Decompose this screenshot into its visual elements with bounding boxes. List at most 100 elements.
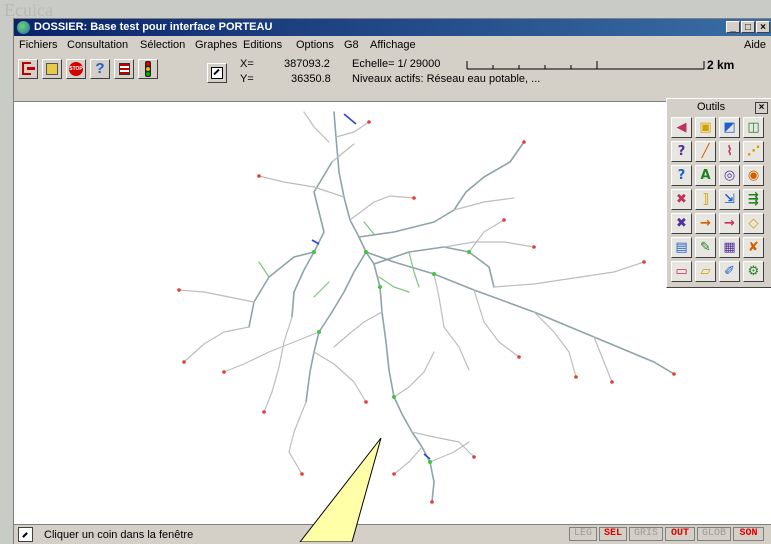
out-toggle[interactable]: OUT	[665, 527, 695, 541]
arrow-out-tool-button[interactable]: →	[719, 213, 740, 234]
maximize-button[interactable]: □	[741, 21, 755, 33]
draw-tool-button[interactable]: ✎	[695, 237, 716, 258]
query-pointer-tool-button[interactable]: ?	[671, 141, 692, 162]
layer-tool-button[interactable]: ◎	[719, 165, 740, 186]
measure-icon: ╱	[701, 144, 710, 159]
help-button[interactable]: ?	[90, 59, 110, 79]
distance-icon: ⌇	[726, 144, 733, 159]
menu-selection[interactable]: Sélection	[140, 39, 185, 51]
title-bar[interactable]: DOSSIER: Base test pour interface PORTEA…	[14, 19, 771, 36]
minimize-button[interactable]: _	[726, 21, 740, 33]
traffic-light-button[interactable]	[138, 59, 158, 79]
menu-consultation[interactable]: Consultation	[67, 39, 128, 51]
table-icon: ▤	[675, 240, 688, 255]
query-pointer-icon: ?	[677, 144, 686, 159]
grid-icon: ▦	[723, 240, 736, 255]
paper-tool-button[interactable]: ▱	[695, 261, 716, 282]
menu-editions[interactable]: Editions	[243, 39, 282, 51]
join-tool-button[interactable]: ⟧	[695, 189, 716, 210]
window-title: DOSSIER: Base test pour interface PORTEA…	[34, 21, 273, 33]
app-window: DOSSIER: Base test pour interface PORTEA…	[13, 18, 771, 544]
glob-toggle[interactable]: GLOB	[697, 527, 731, 541]
move-node-tool-button[interactable]: ⇲	[719, 189, 740, 210]
search-tool-button[interactable]: ◉	[743, 165, 764, 186]
first-icon: ◀	[676, 120, 687, 135]
arrow-in-icon: →	[700, 216, 711, 231]
tools-panel: Outils × ◀ ▣ ◩ ◫? ╱ ⌇ ⋰? A ◎ ◉ ✖ ⟧ ⇲ ⇶ ✖ → → ◇ ▤ ✎ ▦ ✘ ▭ ▱ ✐ ⚙	[666, 98, 771, 288]
list-icon	[119, 63, 130, 75]
menu-g8[interactable]: G8	[344, 39, 359, 51]
x-value: 387093.2	[284, 58, 330, 70]
text-icon: A	[700, 168, 711, 183]
zoom-box-icon: ▣	[699, 120, 712, 135]
globe-icon	[17, 21, 30, 34]
split-tool-button[interactable]: ⇶	[743, 189, 764, 210]
fit-extent-tool-button[interactable]: ◫	[743, 117, 764, 138]
measure-tool-button[interactable]: ╱	[695, 141, 716, 162]
arrow-in-tool-button[interactable]: →	[695, 213, 716, 234]
move-node-icon: ⇲	[724, 192, 735, 207]
menu-options[interactable]: Options	[296, 39, 334, 51]
grid-tool-button[interactable]: ▦	[719, 237, 740, 258]
edit-icon: ✐	[724, 264, 735, 279]
x-label: X=	[240, 58, 254, 70]
close-button[interactable]: ×	[756, 21, 770, 33]
scale-bar-label: 2 km	[707, 58, 735, 72]
first-tool-button[interactable]: ◀	[671, 117, 692, 138]
scale-label: Echelle= 1/ 29000	[352, 58, 441, 70]
son-toggle[interactable]: SON	[733, 527, 764, 541]
menu-affichage[interactable]: Affichage	[370, 39, 416, 51]
fit-extent-icon: ◫	[747, 120, 760, 135]
scale-bar	[466, 61, 705, 70]
exit-button[interactable]	[18, 59, 38, 79]
polygon-tool-button[interactable]: ◇	[743, 213, 764, 234]
stop-button[interactable]: STOP	[66, 59, 86, 79]
erase-tool-button[interactable]: ✘	[743, 237, 764, 258]
distance-tool-button[interactable]: ⌇	[719, 141, 740, 162]
cut-node-tool-button[interactable]: ✖	[671, 189, 692, 210]
print-icon: ▭	[675, 264, 688, 279]
tools-panel-close-button[interactable]: ×	[755, 102, 768, 114]
edit-tool-button[interactable]: ✐	[719, 261, 740, 282]
tools-panel-title: Outils	[697, 101, 726, 113]
map-icon	[46, 63, 58, 75]
menu-fichiers[interactable]: Fichiers	[19, 39, 58, 51]
info-tool-button[interactable]: ?	[671, 165, 692, 186]
delete-node-tool-button[interactable]: ✖	[671, 213, 692, 234]
gris-toggle[interactable]: GRIS	[629, 527, 663, 541]
question-icon: ?	[95, 60, 105, 77]
erase-icon: ✘	[748, 240, 759, 255]
zoom-box-tool-button[interactable]: ▣	[695, 117, 716, 138]
polygon-icon: ◇	[748, 216, 759, 231]
map-canvas[interactable]	[14, 102, 771, 524]
status-message: Cliquer un coin dans la fenêtre	[44, 529, 194, 541]
zoom-window-tool-button[interactable]: ◩	[719, 117, 740, 138]
menu-graphes[interactable]: Graphes	[195, 39, 237, 51]
arrow-out-icon: →	[724, 216, 735, 231]
water-network-map	[177, 111, 676, 504]
path-tool-button[interactable]: ⋰	[743, 141, 764, 162]
map-zoom-button[interactable]	[42, 59, 62, 79]
list-button[interactable]	[114, 59, 134, 79]
menu-aide[interactable]: Aide	[744, 39, 766, 51]
stop-icon: STOP	[69, 62, 83, 76]
menu-bar: Fichiers Consultation Sélection Graphes …	[14, 36, 771, 54]
status-bar: Cliquer un coin dans la fenêtre LEG SEL …	[14, 524, 771, 544]
y-label: Y=	[240, 73, 254, 85]
search-icon: ◉	[747, 168, 760, 183]
y-value: 36350.8	[291, 73, 331, 85]
cut-node-icon: ✖	[676, 192, 687, 207]
zoom-corner-icon	[18, 527, 33, 542]
sel-toggle[interactable]: SEL	[599, 527, 627, 541]
delete-node-icon: ✖	[676, 216, 687, 231]
settings-tool-button[interactable]: ⚙	[743, 261, 764, 282]
leg-toggle[interactable]: LEG	[569, 527, 597, 541]
zoom-window-icon	[211, 67, 223, 79]
join-icon: ⟧	[702, 192, 709, 207]
print-tool-button[interactable]: ▭	[671, 261, 692, 282]
zoom-window-button[interactable]	[207, 63, 227, 83]
text-tool-button[interactable]: A	[695, 165, 716, 186]
split-icon: ⇶	[748, 192, 759, 207]
traffic-light-icon	[145, 61, 151, 77]
table-tool-button[interactable]: ▤	[671, 237, 692, 258]
